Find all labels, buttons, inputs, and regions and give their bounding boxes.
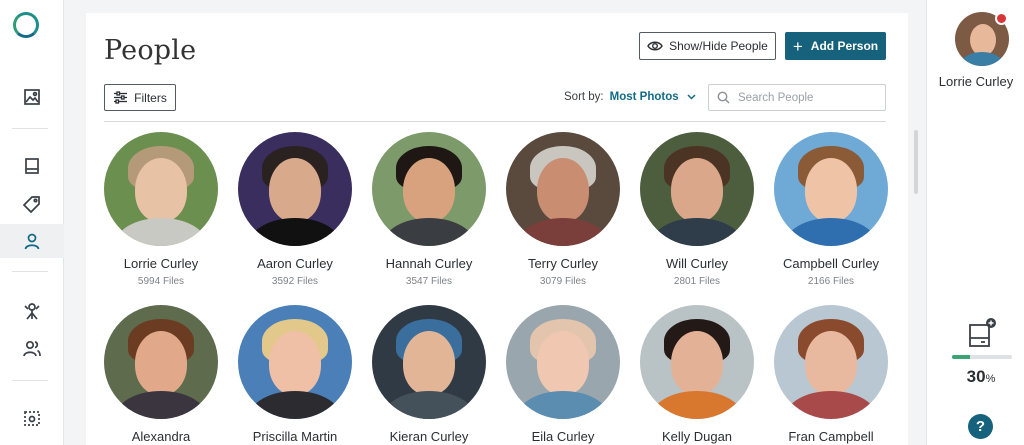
person-photo [774,305,888,419]
person-name: Fran Campbell [788,429,874,444]
storage-percent-unit: % [985,373,996,385]
person-name: Campbell Curley [782,256,880,271]
groups-icon [23,340,41,357]
person-name: Hannah Curley [385,256,473,271]
person-photo [372,305,486,419]
sort-value: Most Photos [609,91,679,103]
add-person-button[interactable]: + Add Person [785,32,886,60]
help-button[interactable]: ? [968,414,993,439]
person-name: Terry Curley [527,256,599,271]
person-photo [238,132,352,246]
person-name: Kieran Curley [389,429,469,444]
person-card[interactable]: Alexandra [104,305,218,445]
person-photo [372,132,486,246]
person-photo [640,132,754,246]
nav-add-media[interactable] [0,401,64,435]
albums-icon [25,158,39,174]
nav-separator [12,271,48,272]
chevron-down-icon [687,94,696,100]
person-photo [774,132,888,246]
tags-icon [22,196,40,214]
nav-separator [12,380,48,381]
show-hide-people-button[interactable]: Show/Hide People [639,32,776,60]
app-logo[interactable] [13,12,39,38]
sort-dropdown[interactable]: Most Photos [610,91,696,103]
account-rail: Lorrie Curley 30% ? [926,0,1024,445]
person-photo [640,305,754,419]
plus-icon: + [792,36,803,56]
people-panel: People Show/Hide People + Add Person Fil… [86,13,908,445]
person-card[interactable]: Will Curley 2801 Files [640,132,754,287]
nav-groups[interactable] [0,331,64,365]
add-person-label: Add Person [810,39,879,53]
person-card[interactable]: Campbell Curley 2166 Files [774,132,888,287]
person-card[interactable]: Priscilla Martin [238,305,352,445]
storage-progress-bar [952,355,1012,359]
sliders-icon [114,91,128,104]
nav-separator [12,128,48,129]
person-file-count: 2166 Files [807,276,855,287]
storage-add-icon [969,318,996,347]
nav-albums[interactable] [0,149,64,183]
left-nav-rail [0,0,64,445]
person-name: Eila Curley [531,429,595,444]
page-title: People [104,35,197,66]
person-photo [238,305,352,419]
toolbar-divider [104,121,886,122]
person-name: Lorrie Curley [123,256,199,271]
people-icon [24,233,40,250]
person-card[interactable]: Eila Curley [506,305,620,445]
person-card[interactable]: Kieran Curley [372,305,486,445]
nav-people[interactable] [0,224,64,258]
person-name: Alexandra [131,429,191,444]
notification-dot [995,12,1008,25]
person-photo [104,305,218,419]
person-name: Priscilla Martin [252,429,338,444]
person-card[interactable]: Fran Campbell [774,305,888,445]
storage-button[interactable] [968,318,1000,353]
person-photo [506,132,620,246]
add-media-icon [24,411,40,426]
nav-photos[interactable] [0,80,64,114]
scrollbar-thumb[interactable] [914,130,918,194]
filters-label: Filters [134,90,167,105]
person-name: Kelly Dugan [661,429,733,444]
search-box[interactable] [708,84,886,111]
nav-memories[interactable] [0,294,64,328]
photos-icon [24,89,40,105]
person-card[interactable]: Terry Curley 3079 Files [506,132,620,287]
person-file-count: 3547 Files [405,276,453,287]
person-name: Aaron Curley [257,256,333,271]
show-hide-label: Show/Hide People [669,39,768,53]
filters-button[interactable]: Filters [104,84,176,111]
person-card[interactable]: Kelly Dugan [640,305,754,445]
memories-icon [24,303,40,320]
search-input[interactable] [738,91,878,104]
person-file-count: 2801 Files [673,276,721,287]
person-photo [104,132,218,246]
person-card[interactable]: Lorrie Curley 5994 Files [104,132,218,287]
person-card[interactable]: Aaron Curley 3592 Files [238,132,352,287]
person-file-count: 5994 Files [137,276,185,287]
storage-percent-value: 30 [966,367,986,386]
eye-icon [647,41,663,51]
sort-label: Sort by: [564,91,604,103]
account-name[interactable]: Lorrie Curley [927,74,1024,89]
person-photo [506,305,620,419]
nav-tags[interactable] [0,187,64,221]
person-file-count: 3079 Files [539,276,587,287]
storage-percent: 30% [927,367,1024,387]
person-file-count: 3592 Files [271,276,319,287]
person-card[interactable]: Hannah Curley 3547 Files [372,132,486,287]
sort-control[interactable]: Sort by: Most Photos [564,91,696,103]
storage-progress-fill [952,355,970,359]
search-icon [717,91,730,104]
person-name: Will Curley [665,256,729,271]
